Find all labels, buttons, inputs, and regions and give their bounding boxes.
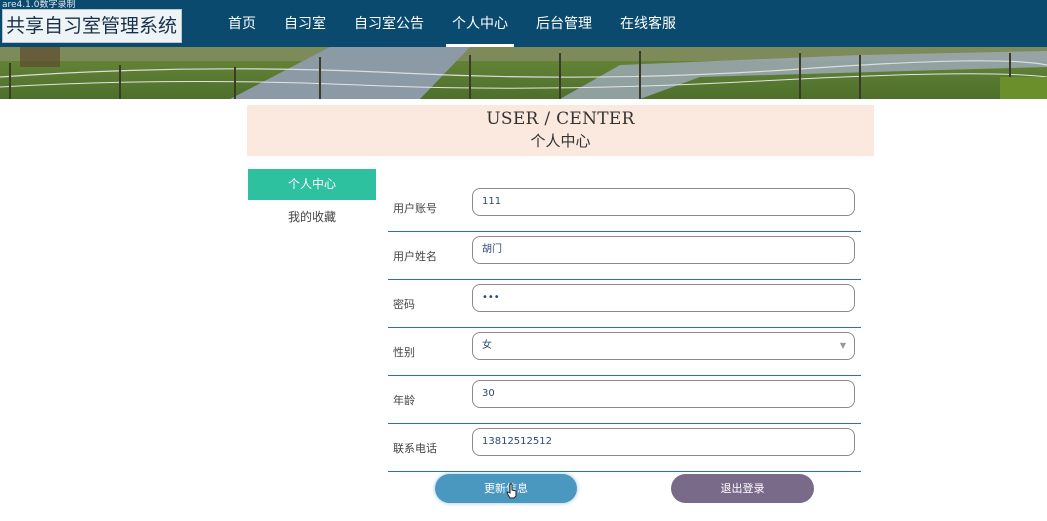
gender-selected-value: 女 xyxy=(482,340,492,351)
account-input[interactable]: 111 xyxy=(472,188,855,216)
phone-label: 联系电话 xyxy=(393,442,437,455)
form-row-gender: 性别 女 ▼ xyxy=(388,330,861,376)
name-input[interactable]: 胡门 xyxy=(472,236,855,264)
chevron-down-icon: ▼ xyxy=(839,341,846,350)
hand-cursor-icon xyxy=(506,483,517,499)
form-row-phone: 联系电话 13812512512 xyxy=(388,426,861,472)
age-input[interactable]: 30 xyxy=(472,380,855,408)
nav-item-home[interactable]: 首页 xyxy=(214,0,270,47)
password-input[interactable]: ••• xyxy=(472,284,855,312)
name-label: 用户姓名 xyxy=(393,250,437,263)
age-label: 年龄 xyxy=(393,394,415,407)
form-row-password: 密码 ••• xyxy=(388,282,861,328)
banner-image xyxy=(0,47,1047,99)
sidebar-item-favorites[interactable]: 我的收藏 xyxy=(248,207,376,227)
form-row-account: 用户账号 111 xyxy=(388,186,861,232)
nav-item-personal-center[interactable]: 个人中心 xyxy=(438,0,522,47)
account-label: 用户账号 xyxy=(393,202,437,215)
password-label: 密码 xyxy=(393,298,415,311)
form-row-age: 年龄 30 xyxy=(388,378,861,424)
app-logo-title[interactable]: 共享自习室管理系统 xyxy=(2,9,182,43)
gender-label: 性别 xyxy=(393,346,415,359)
form-row-name: 用户姓名 胡门 xyxy=(388,234,861,280)
nav-item-online-service[interactable]: 在线客服 xyxy=(606,0,690,47)
page-title-en: USER / CENTER xyxy=(486,109,635,129)
gender-select[interactable]: 女 ▼ xyxy=(472,332,855,360)
page-header: USER / CENTER 个人中心 xyxy=(247,105,874,156)
nav-item-study-rooms[interactable]: 自习室 xyxy=(270,0,340,47)
logout-button[interactable]: 退出登录 xyxy=(671,474,814,503)
nav-item-announcements[interactable]: 自习室公告 xyxy=(340,0,438,47)
main-nav: 首页 自习室 自习室公告 个人中心 后台管理 在线客服 xyxy=(214,0,690,47)
nav-item-admin[interactable]: 后台管理 xyxy=(522,0,606,47)
page-title-cn: 个人中心 xyxy=(530,132,591,150)
sidebar-item-personal-center[interactable]: 个人中心 xyxy=(248,169,376,200)
top-navigation-bar: are4.1.0数字录制 共享自习室管理系统 首页 自习室 自习室公告 个人中心… xyxy=(0,0,1047,47)
phone-input[interactable]: 13812512512 xyxy=(472,428,855,456)
